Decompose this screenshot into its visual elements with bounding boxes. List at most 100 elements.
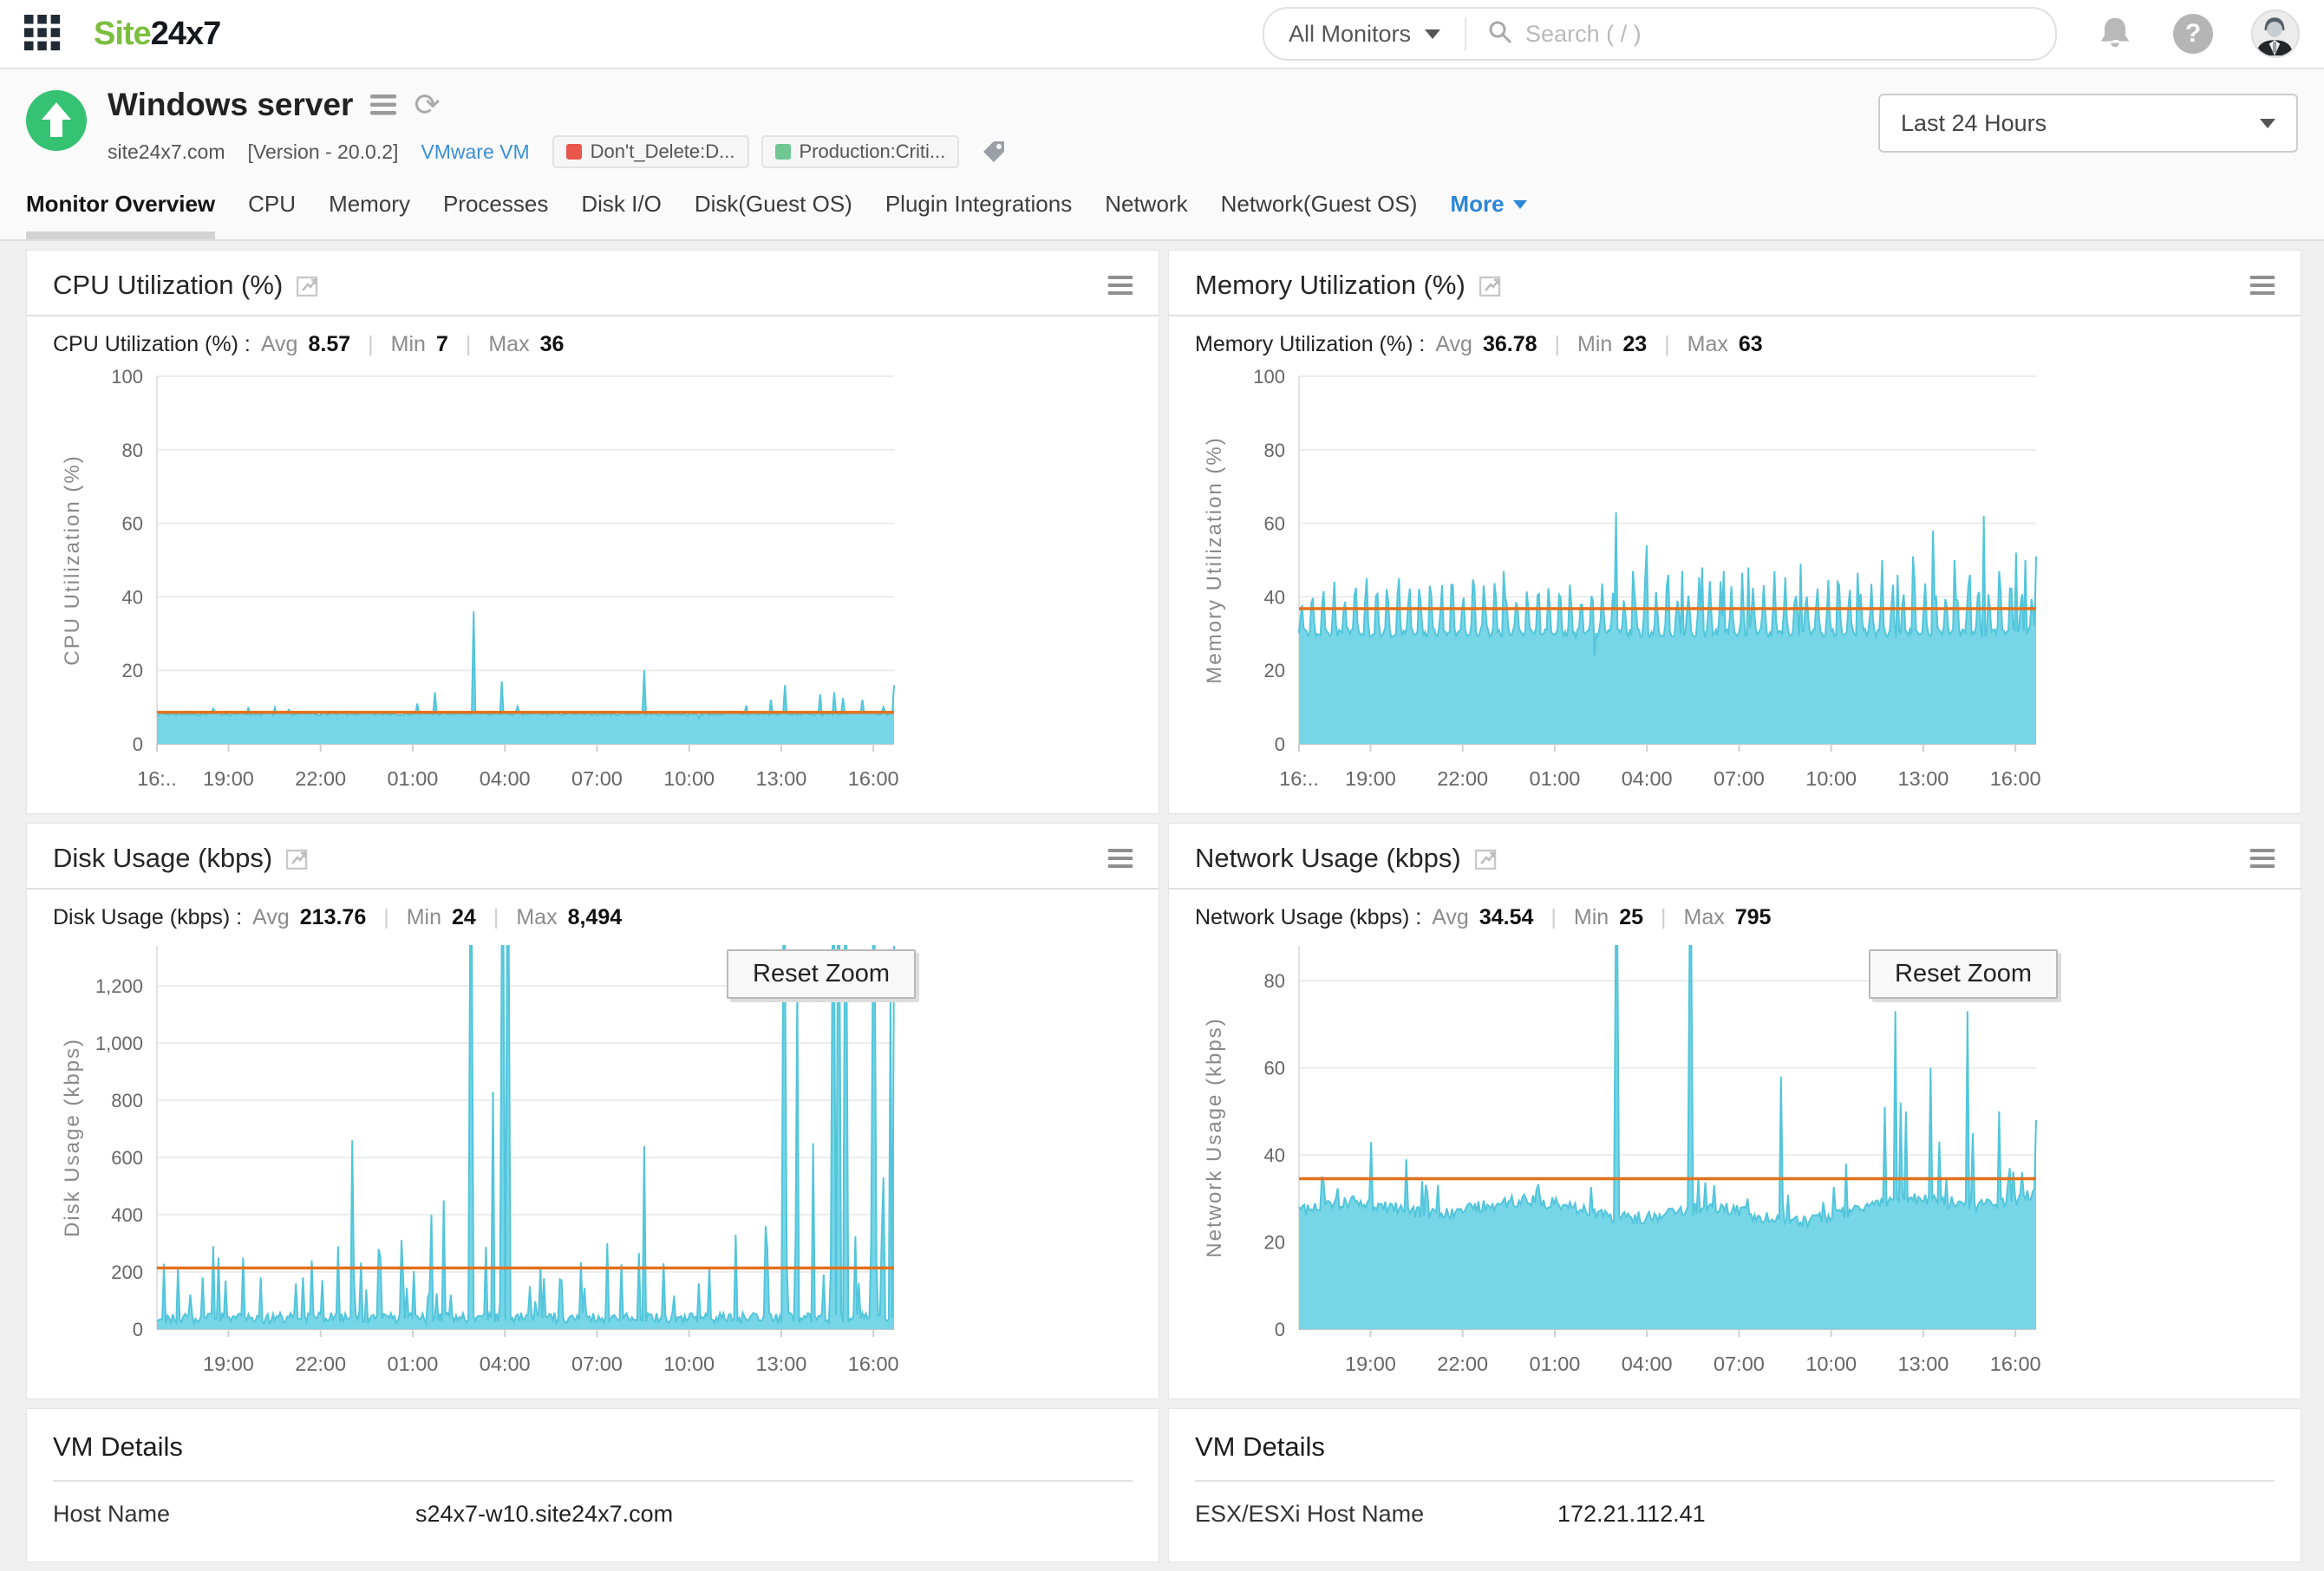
- vmware-vm-link[interactable]: VMware VM: [421, 140, 529, 164]
- svg-text:0: 0: [1275, 733, 1285, 755]
- monitor-meta: site24x7.com [Version - 20.0.2] VMware V…: [108, 135, 1878, 168]
- vm-details-rows: Host Name s24x7-w10.site24x7.com: [53, 1482, 1133, 1547]
- vm-detail-label: Host Name: [53, 1501, 171, 1527]
- chart-menu-icon[interactable]: [2250, 849, 2275, 868]
- stats-min: 25: [1619, 905, 1644, 929]
- svg-text:16:00: 16:00: [848, 767, 899, 790]
- panel-title: Disk Usage (kbps): [53, 843, 273, 873]
- svg-text:19:00: 19:00: [1345, 767, 1396, 790]
- stats-avg: 36.78: [1482, 332, 1537, 356]
- tab-processes[interactable]: Processes: [443, 191, 548, 239]
- tab-monitor-overview[interactable]: Monitor Overview: [26, 191, 216, 239]
- chart-menu-icon[interactable]: [1108, 276, 1133, 295]
- chart-menu-icon[interactable]: [1108, 849, 1133, 868]
- tab-cpu[interactable]: CPU: [248, 191, 296, 239]
- chart-stats: Disk Usage (kbps) : Avg 213.76 | Min 24 | …: [53, 905, 623, 929]
- svg-text:Memory Utilization (%): Memory Utilization (%): [1203, 436, 1226, 683]
- svg-text:80: 80: [122, 440, 143, 461]
- tab-network-guest-os[interactable]: Network(Guest OS): [1221, 191, 1418, 239]
- panel-title: Network Usage (kbps): [1195, 843, 1461, 873]
- svg-text:0: 0: [133, 733, 143, 755]
- reset-zoom-button[interactable]: Reset Zoom: [727, 949, 916, 999]
- vm-details-title: VM Details: [53, 1409, 1133, 1482]
- svg-text:40: 40: [122, 586, 143, 608]
- svg-text:600: 600: [111, 1147, 143, 1169]
- vm-details-rows: ESX/ESXi Host Name 172.21.112.41: [1195, 1482, 2275, 1547]
- svg-text:16:00: 16:00: [1990, 767, 2041, 790]
- notifications-bell-icon[interactable]: [2095, 14, 2135, 54]
- svg-text:200: 200: [111, 1261, 143, 1283]
- monitor-scope-dropdown[interactable]: All Monitors: [1264, 21, 1465, 48]
- reset-zoom-button[interactable]: Reset Zoom: [1869, 949, 2058, 999]
- chevron-down-icon: [1512, 199, 1527, 209]
- vm-detail-label: ESX/ESXi Host Name: [1195, 1501, 1425, 1527]
- tab-disk-io[interactable]: Disk I/O: [581, 191, 661, 239]
- memory-chart[interactable]: 0 20 40 60 80 100 16:.. 19:00 22:00 01:00 04:00 07:…: [1195, 364, 2275, 806]
- network-chart[interactable]: 0 20 40 60 80 19:00 22:00 01:00 04:00 07:00 10:00 1…: [1195, 937, 2275, 1392]
- disk-chart[interactable]: 0 200 400 600 800 1,000 1,200 19:00 22:00 01:00 04…: [53, 937, 1133, 1392]
- svg-text:22:00: 22:00: [295, 767, 346, 790]
- chart-stats: CPU Utilization (%) : Avg 8.57 | Min 7 | M…: [53, 332, 565, 356]
- stats-metric: Network Usage (kbps) :: [1195, 905, 1422, 929]
- svg-text:20: 20: [1264, 660, 1285, 681]
- stats-min: 24: [452, 905, 476, 929]
- svg-text:16:00: 16:00: [848, 1353, 899, 1375]
- svg-text:Network Usage (kbps): Network Usage (kbps): [1203, 1017, 1226, 1257]
- help-icon[interactable]: ?: [2173, 14, 2213, 54]
- tag-color-swatch: [565, 144, 582, 160]
- svg-text:16:00: 16:00: [1990, 1353, 2041, 1375]
- chevron-down-icon: [2260, 118, 2275, 128]
- svg-text:10:00: 10:00: [663, 767, 715, 790]
- stats-metric: CPU Utilization (%) :: [53, 332, 251, 356]
- svg-text:10:00: 10:00: [1805, 1353, 1857, 1375]
- svg-text:07:00: 07:00: [571, 1353, 623, 1375]
- chart-menu-icon[interactable]: [2250, 276, 2275, 295]
- tab-disk-guest-os[interactable]: Disk(Guest OS): [695, 191, 852, 239]
- tag-icon[interactable]: [982, 140, 1006, 164]
- svg-text:13:00: 13:00: [1898, 767, 1949, 790]
- apps-grid-icon[interactable]: [24, 15, 62, 53]
- svg-text:400: 400: [111, 1204, 143, 1226]
- search-icon: [1487, 19, 1513, 49]
- monitor-menu-icon[interactable]: [370, 95, 397, 115]
- cpu-chart[interactable]: 0 20 40 60 80 100 16:.. 19:00 22:00 01:00 04:00 07:…: [53, 364, 1133, 806]
- search-input[interactable]: Search ( / ): [1466, 19, 2055, 49]
- expand-chart-icon[interactable]: [297, 274, 319, 297]
- stats-max: 8,494: [567, 905, 623, 929]
- monitor-tag[interactable]: Production:Criti...: [761, 135, 960, 168]
- tag-label: Production:Criti...: [799, 140, 946, 162]
- tag-color-swatch: [774, 144, 791, 160]
- svg-text:60: 60: [1264, 1058, 1285, 1079]
- chart-stats: Network Usage (kbps) : Avg 34.54 | Min 25 …: [1195, 905, 1772, 929]
- svg-text:1,200: 1,200: [95, 975, 143, 997]
- monitor-tag[interactable]: Don't_Delete:D...: [552, 135, 749, 168]
- svg-text:07:00: 07:00: [1714, 767, 1765, 790]
- monitor-tags: Don't_Delete:D... Production:Criti...: [552, 135, 960, 168]
- stats-metric: Memory Utilization (%) :: [1195, 332, 1426, 356]
- user-avatar[interactable]: [2251, 10, 2300, 58]
- expand-chart-icon[interactable]: [1479, 274, 1502, 297]
- svg-text:10:00: 10:00: [1805, 767, 1857, 790]
- svg-text:13:00: 13:00: [756, 1353, 807, 1375]
- svg-text:0: 0: [133, 1319, 143, 1340]
- svg-text:Disk Usage (kbps): Disk Usage (kbps): [61, 1038, 84, 1237]
- svg-text:04:00: 04:00: [1622, 1353, 1673, 1375]
- expand-chart-icon[interactable]: [286, 847, 309, 870]
- svg-text:80: 80: [1264, 440, 1285, 461]
- svg-text:16:..: 16:..: [137, 767, 177, 790]
- svg-text:40: 40: [1264, 586, 1285, 608]
- tab-network[interactable]: Network: [1105, 191, 1187, 239]
- time-range-dropdown[interactable]: Last 24 Hours: [1878, 94, 2298, 153]
- site24x7-logo[interactable]: Site24x7: [94, 16, 221, 53]
- stats-max: 63: [1738, 332, 1763, 356]
- tab-plugin-integrations[interactable]: Plugin Integrations: [885, 191, 1072, 239]
- panel-title: Memory Utilization (%): [1195, 270, 1466, 300]
- svg-text:22:00: 22:00: [1437, 1353, 1488, 1375]
- tab-more[interactable]: More: [1450, 191, 1527, 239]
- svg-text:20: 20: [1264, 1232, 1285, 1254]
- svg-text:22:00: 22:00: [295, 1353, 346, 1375]
- dashboard-grid: CPU Utilization (%) CPU Utilization (%) …: [0, 241, 2324, 1571]
- tab-memory[interactable]: Memory: [329, 191, 410, 239]
- expand-chart-icon[interactable]: [1474, 847, 1498, 870]
- refresh-icon[interactable]: ⟳: [414, 87, 440, 123]
